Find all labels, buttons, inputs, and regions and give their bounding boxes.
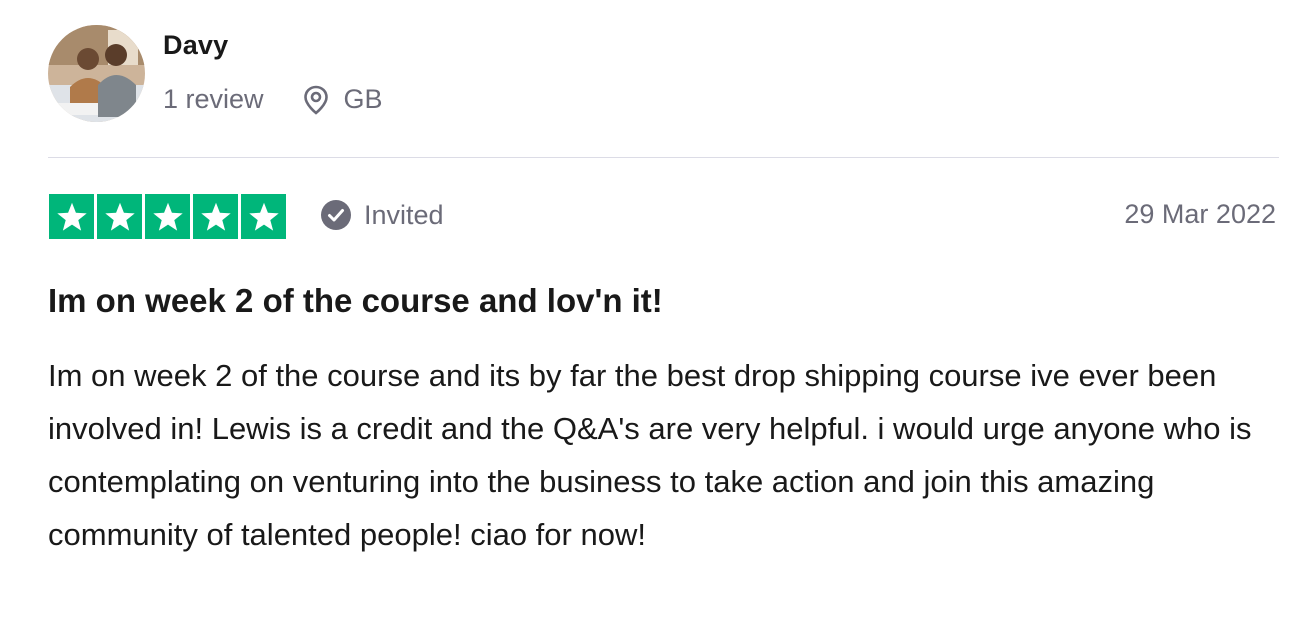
review-count[interactable]: 1 review [163, 84, 264, 115]
reviewer-meta: 1 review GB [163, 84, 383, 115]
divider [48, 157, 1279, 158]
review-title[interactable]: Im on week 2 of the course and lov'n it! [48, 279, 1278, 323]
star-icon [97, 194, 142, 239]
star-rating [49, 194, 286, 239]
star-icon [193, 194, 238, 239]
verification-label: Invited [364, 199, 444, 230]
review-body: Im on week 2 of the course and its by fa… [48, 358, 1252, 552]
star-icon [145, 194, 190, 239]
review-card: Davy 1 review GB Invited 29 Mar 2022 Im … [0, 0, 1307, 638]
star-icon [49, 194, 94, 239]
star-icon [241, 194, 286, 239]
avatar[interactable] [48, 25, 145, 122]
location-pin-icon [302, 85, 330, 115]
verification-badge[interactable]: Invited [320, 199, 444, 231]
reviewer-location: GB [343, 84, 383, 114]
avatar-photo-icon [48, 25, 145, 122]
check-badge-icon [320, 199, 352, 231]
reviewer-name[interactable]: Davy [163, 30, 228, 61]
review-date: 29 Mar 2022 [1124, 199, 1276, 229]
